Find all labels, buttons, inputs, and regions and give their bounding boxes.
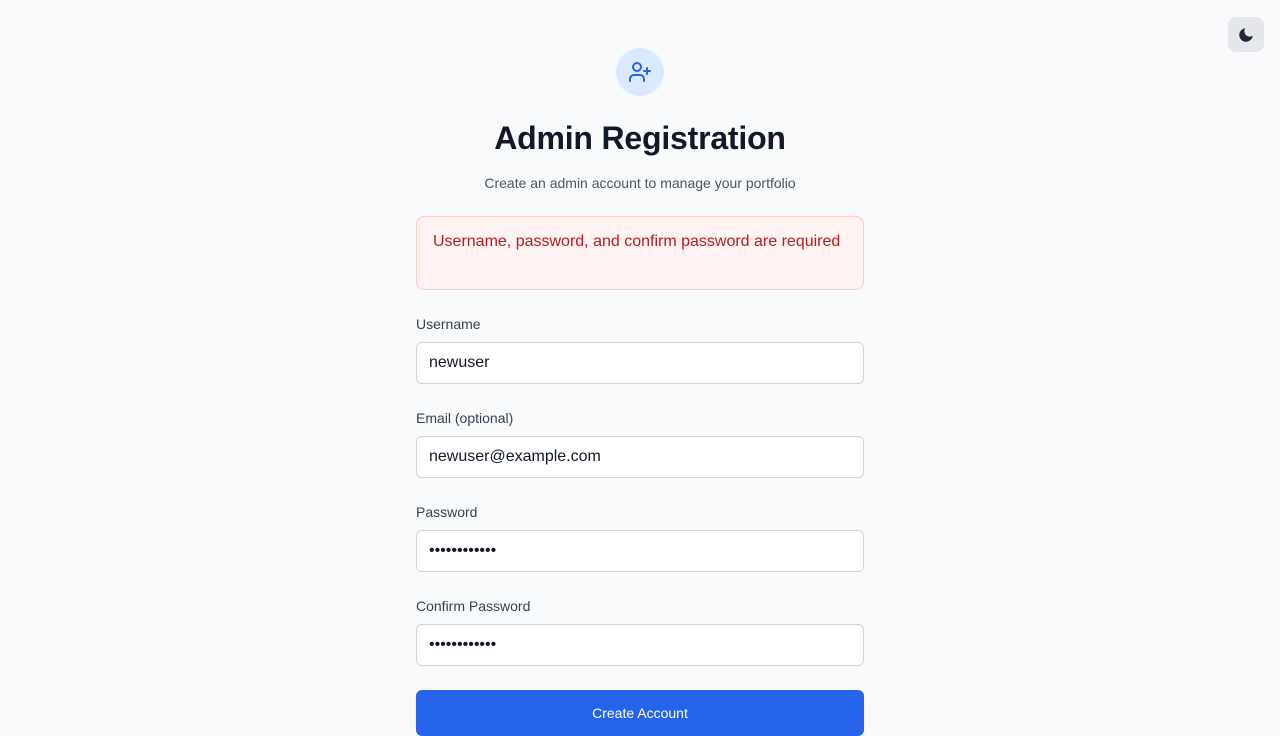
create-account-button[interactable]: Create Account <box>416 690 864 736</box>
username-label: Username <box>416 316 481 332</box>
page-header: Admin Registration Create an admin accou… <box>0 0 1280 191</box>
page-title: Admin Registration <box>494 120 786 156</box>
username-input[interactable] <box>416 342 864 384</box>
avatar <box>616 48 664 96</box>
password-input[interactable] <box>416 530 864 572</box>
password-label: Password <box>416 504 478 520</box>
confirm-password-group: Confirm Password <box>416 598 864 666</box>
error-alert: Username, password, and confirm password… <box>416 216 864 290</box>
registration-form: Username, password, and confirm password… <box>416 216 864 736</box>
user-plus-icon <box>629 62 651 82</box>
username-group: Username <box>416 316 864 384</box>
email-label: Email (optional) <box>416 410 514 426</box>
password-group: Password <box>416 504 864 572</box>
confirm-password-label: Confirm Password <box>416 598 531 614</box>
email-input[interactable] <box>416 436 864 478</box>
confirm-password-input[interactable] <box>416 624 864 666</box>
email-group: Email (optional) <box>416 410 864 478</box>
page-subtitle: Create an admin account to manage your p… <box>484 175 796 191</box>
